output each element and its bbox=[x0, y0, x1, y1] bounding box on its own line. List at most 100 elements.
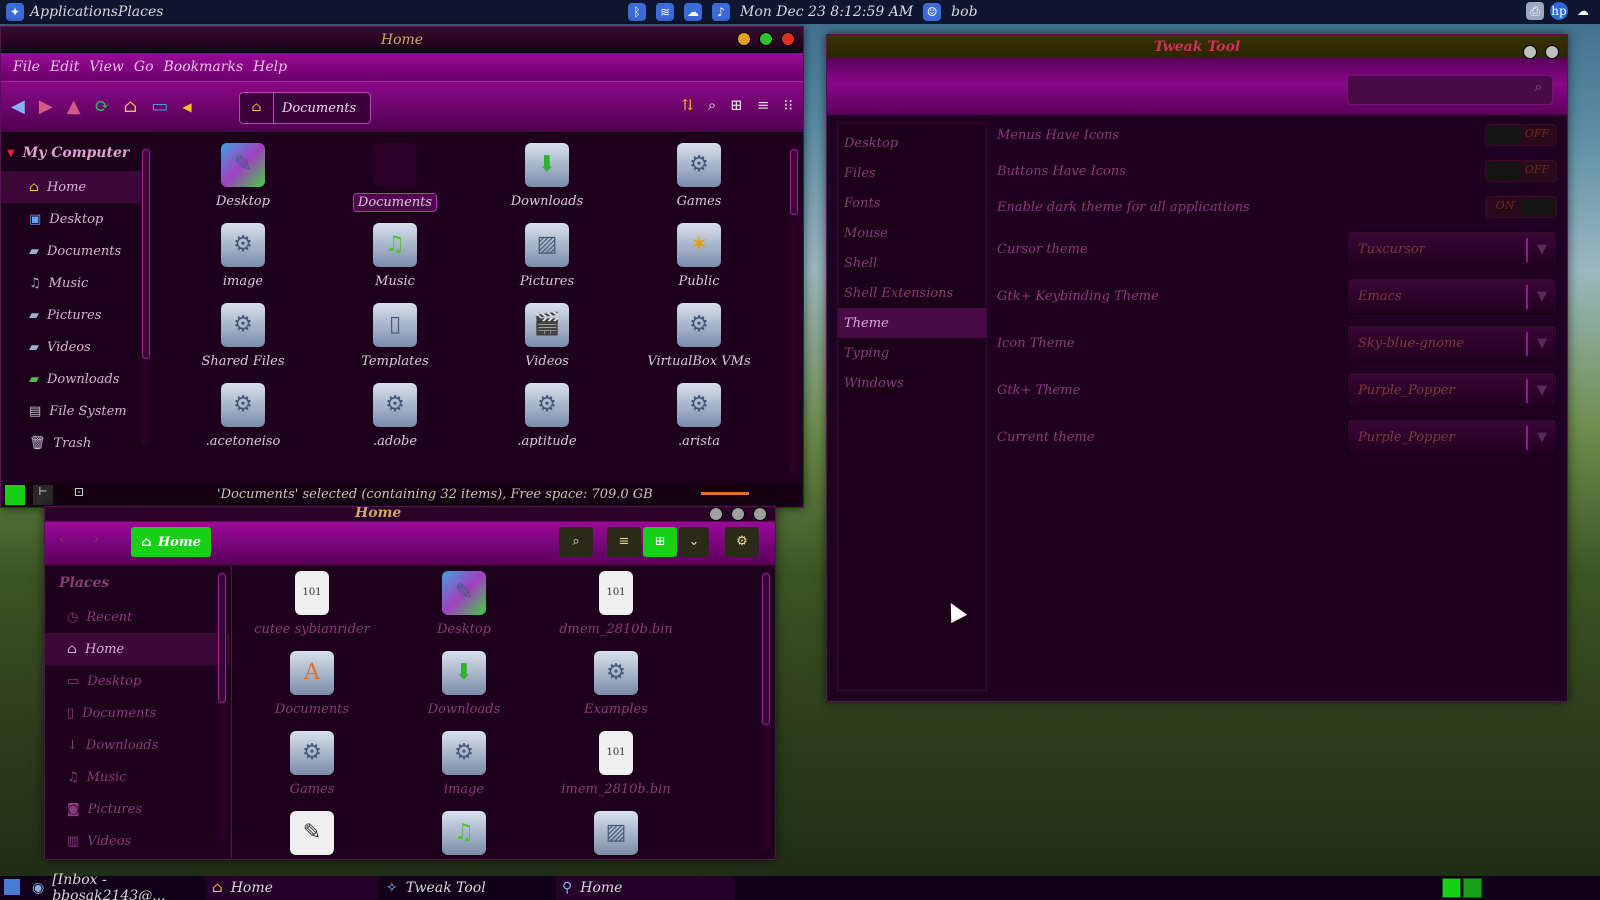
sidebar-section-my-computer[interactable]: ▼ My Computer bbox=[1, 135, 151, 171]
caja-titlebar[interactable]: Home bbox=[1, 27, 803, 53]
file-item[interactable]: 🎬 Videos bbox=[477, 303, 617, 370]
file-item[interactable]: A Documents bbox=[242, 651, 382, 718]
sidebar-item-documents[interactable]: ▰ Documents bbox=[1, 235, 151, 267]
file-item[interactable]: ✎ Desktop bbox=[173, 143, 313, 210]
sidebar-item-documents[interactable]: ▯ Documents bbox=[45, 697, 229, 729]
current-theme-combo[interactable]: Purple_Popper ▼ bbox=[1347, 419, 1557, 455]
file-item[interactable]: ⚙ .arista bbox=[629, 383, 769, 450]
list-view-icon[interactable]: ≡ bbox=[757, 96, 770, 114]
toggle-location-icon[interactable]: ◀ bbox=[182, 100, 191, 114]
weather-icon[interactable]: ☁ bbox=[684, 3, 702, 21]
computer-icon[interactable]: ▭ bbox=[151, 96, 168, 117]
sidebar-item-pictures[interactable]: ◙ Pictures bbox=[45, 793, 229, 825]
nautilus-sidebar-scrollbar[interactable] bbox=[217, 571, 227, 841]
maximize-button[interactable] bbox=[731, 507, 745, 521]
cursor-theme-combo[interactable]: Tuxcursor ▼ bbox=[1347, 231, 1557, 267]
category-fonts[interactable]: Fonts bbox=[838, 188, 986, 218]
sidebar-item-videos[interactable]: ▰ Videos bbox=[1, 331, 151, 363]
file-item[interactable]: ⚙ Examples bbox=[546, 651, 686, 718]
file-item[interactable]: ⚙ .aptitude bbox=[477, 383, 617, 450]
task-inbox[interactable]: ◉ [Inbox - bbosak2143@... bbox=[26, 872, 204, 900]
file-item[interactable]: ⚙ Games bbox=[242, 731, 382, 798]
task-home[interactable]: ⌂ Home bbox=[206, 876, 378, 900]
menu-file[interactable]: File bbox=[13, 59, 40, 75]
applications-places-label[interactable]: ApplicationsPlaces bbox=[30, 4, 163, 20]
cloud-icon[interactable]: ☁ bbox=[1574, 2, 1592, 20]
sidebar-item-music[interactable]: ♫ Music bbox=[1, 267, 151, 299]
sort-icon[interactable]: ⇅ bbox=[681, 96, 694, 114]
settings-button[interactable]: ⚙ bbox=[725, 527, 759, 557]
icon-theme-combo[interactable]: Sky-blue-gnome ▼ bbox=[1347, 325, 1557, 361]
nautilus-headerbar[interactable]: Home ‹ › ⌂ Home ⌕ ≡ ⊞ ⌄ ⚙ bbox=[45, 507, 775, 565]
menu-edit[interactable]: Edit bbox=[50, 59, 79, 75]
minimize-button[interactable] bbox=[1523, 45, 1537, 59]
file-item[interactable]: ♫ bbox=[394, 811, 534, 859]
file-item[interactable]: ♫ Music bbox=[325, 223, 465, 290]
minimize-button[interactable] bbox=[709, 507, 723, 521]
file-item[interactable]: ▨ bbox=[546, 811, 686, 859]
menus-icons-switch[interactable]: OFF bbox=[1485, 124, 1557, 146]
file-item[interactable]: 101 imem_2810b.bin bbox=[546, 731, 686, 798]
sidebar-item-recent[interactable]: ◷ Recent bbox=[45, 601, 229, 633]
back-arrow-icon[interactable]: ◀ bbox=[11, 96, 25, 117]
maximize-button[interactable] bbox=[759, 32, 773, 46]
file-item[interactable]: ⚙ image bbox=[394, 731, 534, 798]
keybinding-theme-combo[interactable]: Emacs ▼ bbox=[1347, 278, 1557, 314]
file-item[interactable]: ✶ Public bbox=[629, 223, 769, 290]
file-item[interactable]: ⚙ Shared Files bbox=[173, 303, 313, 370]
gtk-theme-combo[interactable]: Purple_Popper ▼ bbox=[1347, 372, 1557, 408]
file-item[interactable]: ⚙ Games bbox=[629, 143, 769, 210]
tweak-headerbar[interactable]: Tweak Tool ⌕ bbox=[827, 35, 1567, 115]
grid-scrollbar[interactable] bbox=[789, 145, 799, 475]
applications-menu[interactable]: ✦ ApplicationsPlaces bbox=[6, 3, 163, 21]
zoom-icon[interactable]: ⌕ bbox=[708, 96, 716, 114]
menu-bookmarks[interactable]: Bookmarks bbox=[164, 59, 244, 75]
close-button[interactable] bbox=[781, 32, 795, 46]
file-item[interactable]: ▯ Templates bbox=[325, 303, 465, 370]
breadcrumb-documents[interactable]: Documents bbox=[274, 101, 370, 116]
sidebar-item-downloads[interactable]: ▰ Downloads bbox=[1, 363, 151, 395]
file-item-selected[interactable]: Documents bbox=[325, 143, 465, 212]
reload-icon[interactable]: ⟳ bbox=[95, 96, 110, 117]
category-desktop[interactable]: Desktop bbox=[838, 128, 986, 158]
extra-pane-icon[interactable]: ⊡ bbox=[69, 485, 89, 505]
category-files[interactable]: Files bbox=[838, 158, 986, 188]
file-item[interactable]: ▨ Pictures bbox=[477, 223, 617, 290]
dark-theme-switch[interactable]: ON bbox=[1485, 196, 1557, 218]
file-item[interactable]: ⚙ .adobe bbox=[325, 383, 465, 450]
sidebar-item-desktop[interactable]: ▣ Desktop bbox=[1, 203, 151, 235]
task-tweak-tool[interactable]: ✧ Tweak Tool bbox=[380, 876, 552, 900]
view-options-button[interactable]: ⌄ bbox=[679, 527, 709, 557]
grid-view-button[interactable]: ⊞ bbox=[643, 527, 677, 557]
zoom-slider[interactable] bbox=[701, 492, 749, 495]
category-shell-extensions[interactable]: Shell Extensions bbox=[838, 278, 986, 308]
file-item[interactable]: 101 dmem_2810b.bin bbox=[546, 571, 686, 638]
tree-pane-icon[interactable]: ⊢ bbox=[33, 485, 53, 505]
file-item[interactable]: 101 cutee sybianrider bbox=[242, 571, 382, 638]
sidebar-item-file-system[interactable]: ▤ File System bbox=[1, 395, 151, 427]
show-desktop-icon[interactable] bbox=[4, 879, 20, 895]
file-item[interactable]: ⚙ image bbox=[173, 223, 313, 290]
network-icon[interactable]: ≋ bbox=[656, 3, 674, 21]
file-item[interactable]: ⚙ VirtualBox VMs bbox=[629, 303, 769, 370]
forward-arrow-icon[interactable]: ▶ bbox=[39, 96, 53, 117]
workspace-switcher[interactable] bbox=[1442, 878, 1482, 898]
sidebar-item-home[interactable]: ⌂ Home bbox=[45, 633, 229, 665]
sidebar-item-downloads[interactable]: ↓ Downloads bbox=[45, 729, 229, 761]
category-windows[interactable]: Windows bbox=[838, 368, 986, 398]
search-button[interactable]: ⌕ bbox=[559, 527, 593, 557]
file-item[interactable]: ✎ Desktop bbox=[394, 571, 534, 638]
menu-help[interactable]: Help bbox=[253, 59, 287, 75]
category-shell[interactable]: Shell bbox=[838, 248, 986, 278]
close-button[interactable] bbox=[753, 507, 767, 521]
minimize-button[interactable] bbox=[737, 32, 751, 46]
bluetooth-icon[interactable]: ᛒ bbox=[628, 3, 646, 21]
category-mouse[interactable]: Mouse bbox=[838, 218, 986, 248]
user-name[interactable]: bob bbox=[951, 4, 977, 20]
nautilus-grid-scrollbar[interactable] bbox=[761, 571, 771, 851]
volume-icon[interactable]: ♪ bbox=[712, 3, 730, 21]
file-item[interactable]: ✎ bbox=[242, 811, 382, 859]
up-arrow-icon[interactable]: ▲ bbox=[67, 96, 81, 117]
buttons-icons-switch[interactable]: OFF bbox=[1485, 160, 1557, 182]
printer-icon[interactable]: ⎙ bbox=[1526, 2, 1544, 20]
